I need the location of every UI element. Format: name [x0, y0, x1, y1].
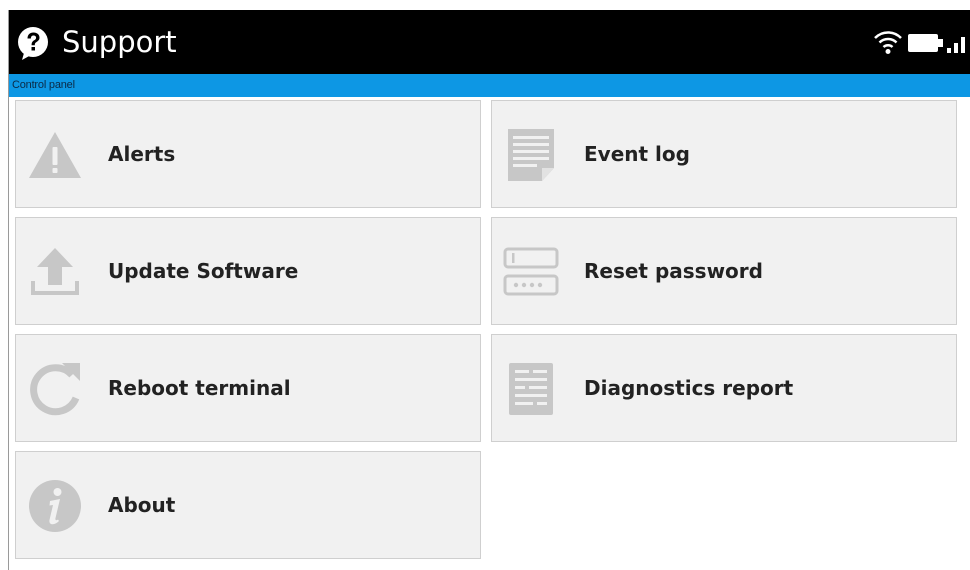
info-icon [29, 480, 81, 532]
warning-icon [29, 132, 81, 178]
report-icon [509, 363, 553, 415]
app-window: Support Control panel Alerts Event log U… [8, 10, 970, 570]
event-log-label: Event log [584, 142, 690, 166]
event-log-button[interactable]: Event log [491, 100, 957, 208]
about-button[interactable]: About [15, 451, 481, 559]
alerts-label: Alerts [108, 142, 176, 166]
breadcrumb[interactable]: Control panel [12, 77, 75, 94]
title-bar: Support [9, 10, 970, 74]
upload-icon [31, 248, 79, 295]
update-software-label: Update Software [108, 259, 299, 283]
about-label: About [108, 493, 176, 517]
diagnostics-report-label: Diagnostics report [584, 376, 794, 400]
reboot-terminal-button[interactable]: Reboot terminal [15, 334, 481, 442]
reboot-icon [30, 363, 80, 416]
reboot-terminal-label: Reboot terminal [108, 376, 291, 400]
status-area [871, 26, 970, 60]
wifi-icon [874, 31, 902, 54]
alerts-button[interactable]: Alerts [15, 100, 481, 208]
battery-icon [908, 34, 943, 52]
reset-password-label: Reset password [584, 259, 763, 283]
signal-strength-icon [947, 37, 965, 53]
password-field-icon [503, 247, 559, 296]
breadcrumb-bar: Control panel [9, 74, 970, 97]
update-software-button[interactable]: Update Software [15, 217, 481, 325]
document-icon [508, 129, 554, 181]
diagnostics-report-button[interactable]: Diagnostics report [491, 334, 957, 442]
question-mark-icon[interactable] [16, 26, 52, 62]
page-title: Support [62, 25, 177, 59]
reset-password-button[interactable]: Reset password [491, 217, 957, 325]
